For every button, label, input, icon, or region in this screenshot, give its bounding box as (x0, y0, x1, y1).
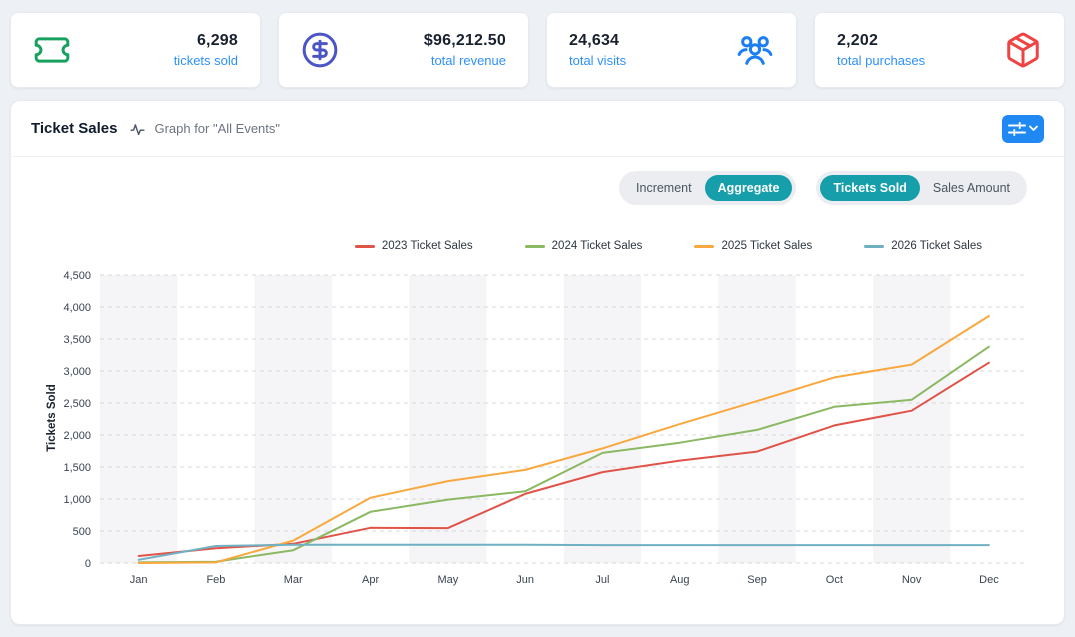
total-visits-label: total visits (569, 53, 626, 68)
stat-card-total-visits: 24,634 total visits (546, 12, 797, 88)
panel-title: Ticket Sales (31, 120, 117, 137)
legend-item: 2024 Ticket Sales (525, 240, 643, 252)
y-tick-label: 1,000 (63, 494, 91, 506)
legend-swatch (694, 245, 714, 248)
stat-card-total-revenue: $96,212.50 total revenue (278, 12, 529, 88)
x-tick-label: Feb (206, 574, 225, 586)
x-tick-label: Jul (595, 574, 609, 586)
y-tick-label: 3,000 (63, 366, 91, 378)
y-tick-label: 3,500 (63, 334, 91, 346)
x-tick-label: Nov (902, 574, 922, 586)
users-icon (736, 31, 774, 69)
legend-item: 2026 Ticket Sales (864, 240, 982, 252)
y-tick-label: 500 (73, 526, 91, 538)
stat-cards-row: 6,298 tickets sold $96,212.50 total reve… (10, 12, 1065, 88)
total-visits-value: 24,634 (569, 32, 626, 50)
legend-label: 2024 Ticket Sales (552, 240, 643, 252)
y-tick-label: 1,500 (63, 462, 91, 474)
panel-subtitle: Graph for "All Events" (154, 121, 280, 136)
y-tick-label: 0 (85, 558, 91, 570)
x-tick-label: Apr (362, 574, 379, 586)
y-tick-label: 4,000 (63, 302, 91, 314)
total-purchases-value: 2,202 (837, 32, 925, 50)
total-purchases-label: total purchases (837, 53, 925, 68)
toggle-tickets-sold[interactable]: Tickets Sold (820, 175, 919, 201)
x-tick-label: Dec (979, 574, 999, 586)
legend-swatch (864, 245, 884, 248)
x-tick-label: Mar (284, 574, 303, 586)
month-band (564, 275, 641, 563)
total-revenue-value: $96,212.50 (424, 32, 506, 50)
stat-card-total-purchases: 2,202 total purchases (814, 12, 1065, 88)
ticket-sales-panel: Ticket Sales Graph for "All Events" Incr… (10, 100, 1065, 625)
legend-swatch (525, 245, 545, 248)
ticket-sales-chart: 0 500 1,000 1,500 2,000 2,500 3,000 3,500 4,000 4… (34, 261, 1034, 593)
x-tick-label: Sep (747, 574, 767, 586)
sliders-icon (1008, 122, 1026, 136)
legend-item: 2023 Ticket Sales (355, 240, 473, 252)
chevron-down-icon (1029, 125, 1038, 132)
x-tick-label: May (437, 574, 458, 586)
package-icon (1004, 31, 1042, 69)
stat-card-tickets-sold: 6,298 tickets sold (10, 12, 261, 88)
panel-header: Ticket Sales Graph for "All Events" (11, 101, 1064, 157)
toggle-increment[interactable]: Increment (623, 175, 705, 201)
activity-icon (117, 119, 154, 138)
x-tick-label: Aug (670, 574, 690, 586)
month-band (255, 275, 332, 563)
chart-legend: 2023 Ticket Sales 2024 Ticket Sales 2025 T… (355, 240, 982, 252)
legend-label: 2026 Ticket Sales (891, 240, 982, 252)
legend-swatch (355, 245, 375, 248)
total-revenue-label: total revenue (424, 53, 506, 68)
tickets-sold-value: 6,298 (174, 32, 238, 50)
y-tick-label: 2,000 (63, 430, 91, 442)
y-tick-label: 4,500 (63, 270, 91, 282)
month-band (409, 275, 486, 563)
metric-toggle-group: Tickets Sold Sales Amount (816, 171, 1027, 205)
mode-toggle-group: Increment Aggregate (619, 171, 796, 205)
chart-settings-button[interactable] (1002, 115, 1044, 143)
legend-item: 2025 Ticket Sales (694, 240, 812, 252)
tickets-sold-label: tickets sold (174, 53, 238, 68)
x-tick-label: Jun (516, 574, 534, 586)
x-tick-label: Oct (826, 574, 843, 586)
x-tick-label: Jan (130, 574, 148, 586)
y-tick-label: 2,500 (63, 398, 91, 410)
chart-toggles: Increment Aggregate Tickets Sold Sales A… (619, 171, 1027, 205)
ticket-icon (33, 31, 71, 69)
legend-label: 2025 Ticket Sales (721, 240, 812, 252)
circle-dollar-icon (301, 31, 339, 69)
toggle-sales-amount[interactable]: Sales Amount (920, 175, 1023, 201)
chart-area: Tickets Sold 05001,0001,5002,0002,5003,0… (11, 261, 1064, 601)
toggle-aggregate[interactable]: Aggregate (705, 175, 793, 201)
month-band (718, 275, 795, 563)
month-band (873, 275, 950, 563)
month-band (100, 275, 177, 563)
legend-label: 2023 Ticket Sales (382, 240, 473, 252)
